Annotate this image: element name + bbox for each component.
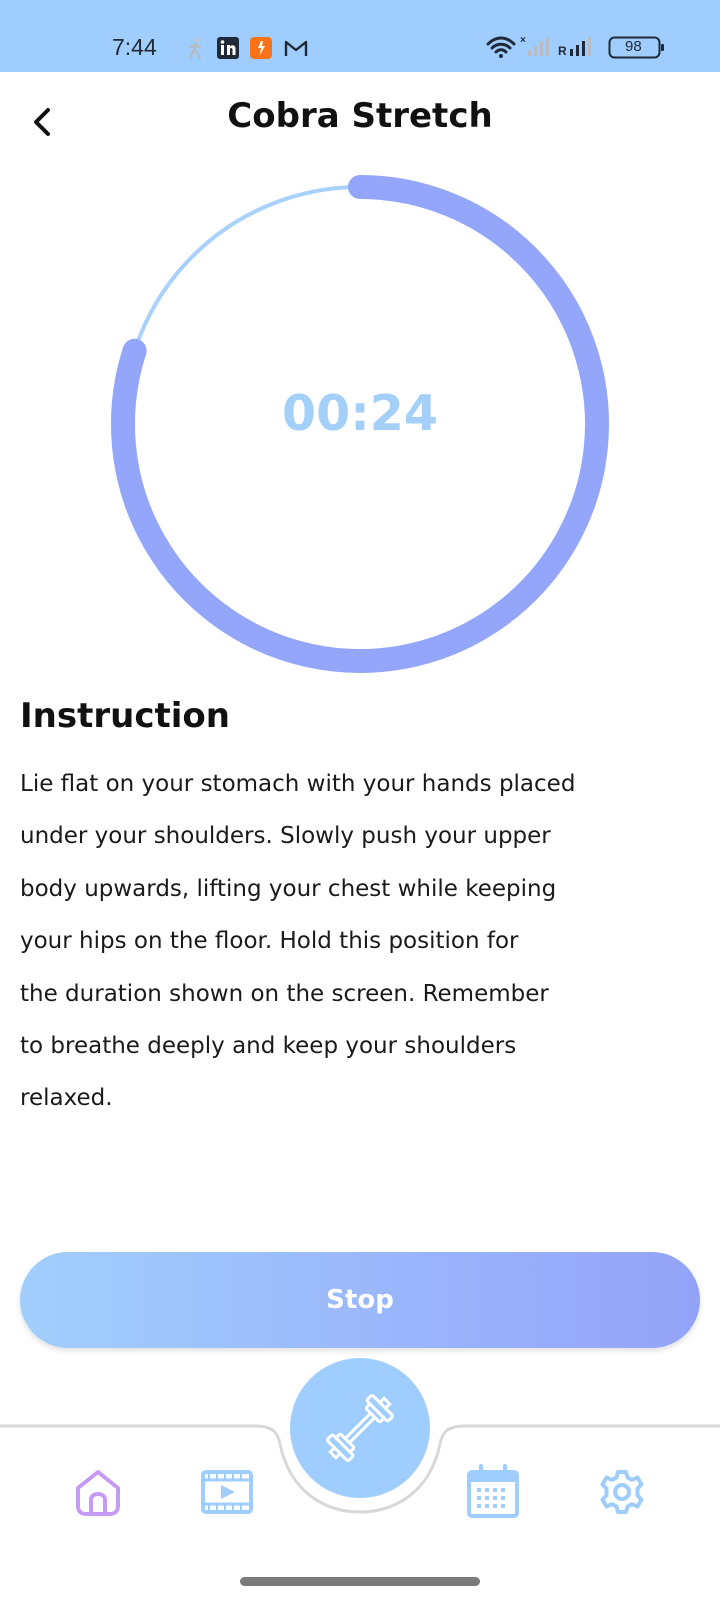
instruction-line: under your shoulders. Slowly push your u… [20, 823, 551, 850]
gear-icon [600, 1470, 644, 1514]
workout-fab-button[interactable] [290, 1358, 430, 1498]
video-icon [201, 1470, 253, 1514]
nav-home[interactable] [72, 1466, 124, 1518]
home-indicator[interactable] [240, 1577, 480, 1586]
dumbbell-icon [326, 1394, 394, 1462]
instruction-line: your hips on the floor. Hold this positi… [20, 928, 519, 955]
instruction-line: the duration shown on the screen. Rememb… [20, 980, 549, 1007]
nav-settings[interactable] [598, 1468, 646, 1516]
instruction-heading: Instruction [20, 696, 230, 736]
instruction-line: to breathe deeply and keep your shoulder… [20, 1033, 517, 1060]
calendar-icon [467, 1464, 519, 1518]
nav-calendar[interactable] [466, 1464, 520, 1520]
instruction-text: Lie flat on your stomach with your hands… [20, 758, 710, 1125]
timer-display: 00:24 [282, 385, 438, 442]
instruction-line: Lie flat on your stomach with your hands… [20, 771, 576, 797]
nav-videos[interactable] [200, 1468, 254, 1516]
instruction-line: relaxed. [20, 1085, 113, 1112]
timer-ring [111, 175, 609, 673]
stop-button[interactable]: Stop [20, 1252, 700, 1348]
instruction-line: body upwards, lifting your chest while k… [20, 875, 557, 902]
home-icon [76, 1470, 120, 1516]
